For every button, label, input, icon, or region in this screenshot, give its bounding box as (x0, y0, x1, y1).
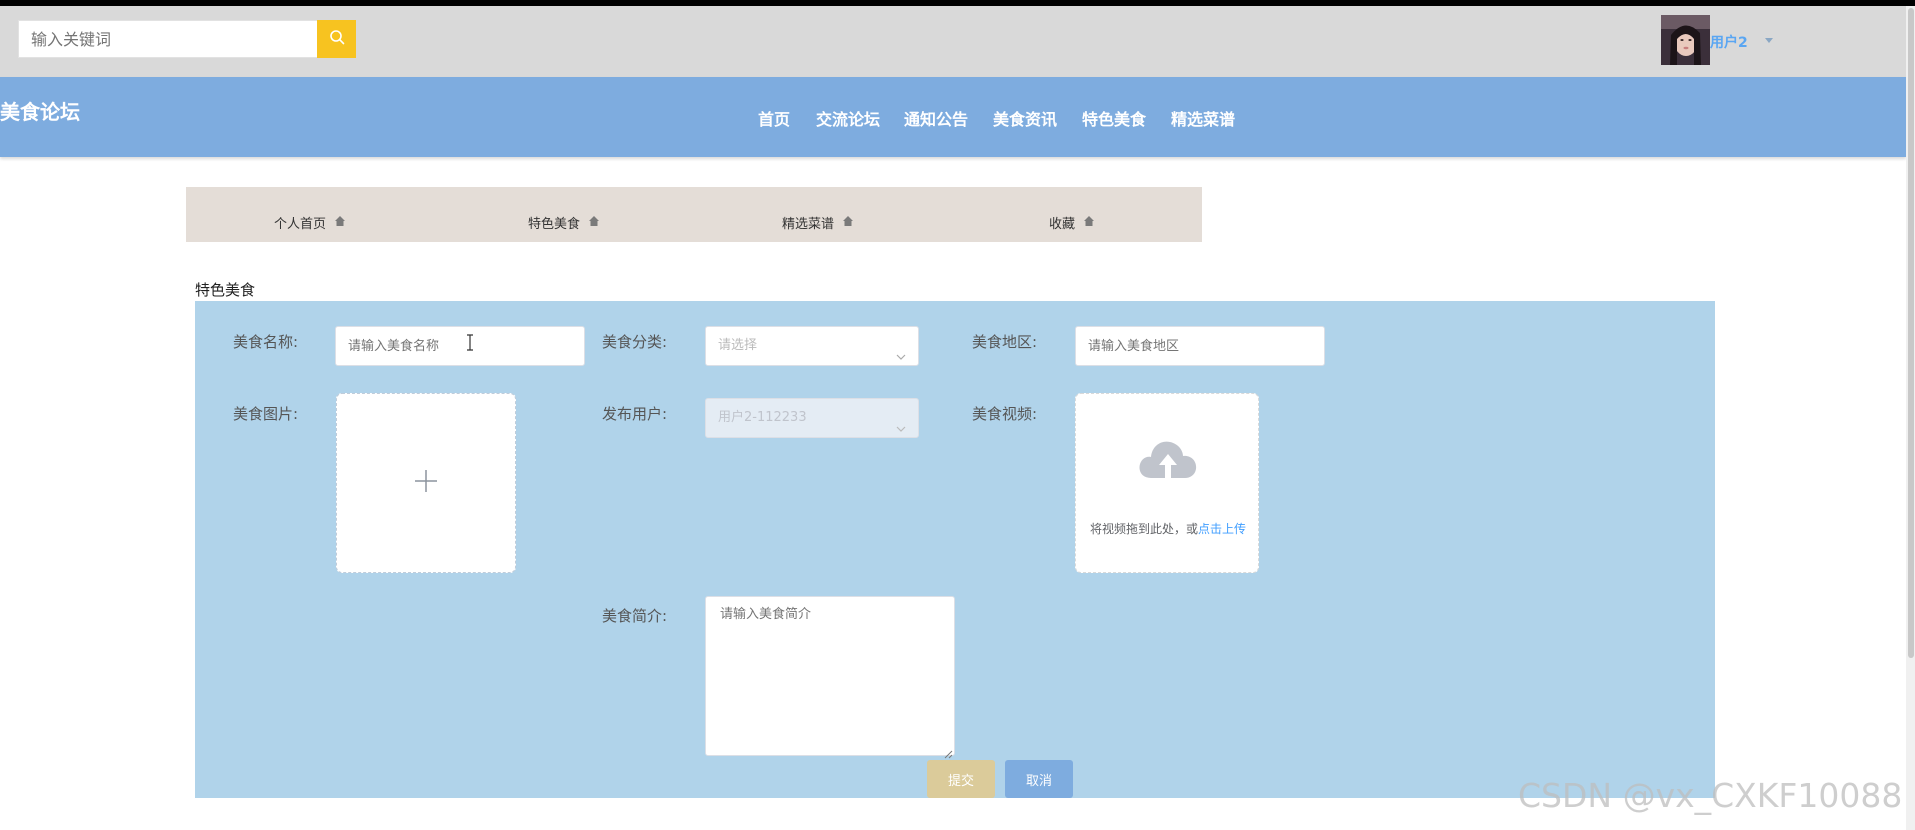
food-category-placeholder: 请选择 (718, 338, 758, 353)
subnav-item-favorites[interactable]: 收藏 (1049, 213, 1095, 232)
nav-item-home[interactable]: 首页 (758, 106, 790, 130)
home-icon (588, 215, 600, 231)
search-icon (329, 29, 345, 49)
food-category-select[interactable]: 请选择 (705, 326, 919, 366)
nav-item-forum[interactable]: 交流论坛 (816, 106, 880, 130)
cancel-button[interactable]: 取消 (1005, 760, 1073, 798)
home-icon (1083, 215, 1095, 231)
food-region-label: 美食地区: (972, 333, 1038, 351)
page: 用户2 美食论坛 首页 交流论坛 通知公告 美食资讯 特色美食 精选菜谱 个人首… (0, 0, 1915, 830)
plus-icon (413, 468, 439, 498)
food-category-label: 美食分类: (602, 333, 668, 351)
search-button[interactable] (317, 20, 356, 58)
text-cursor-icon (466, 334, 474, 355)
food-image-label: 美食图片: (233, 405, 299, 423)
nav-item-featured-food[interactable]: 特色美食 (1082, 106, 1146, 130)
home-icon (334, 215, 346, 231)
food-name-label: 美食名称: (233, 333, 299, 351)
user-name[interactable]: 用户2 (1710, 32, 1748, 52)
home-icon (842, 215, 854, 231)
food-intro-label: 美食简介: (602, 607, 668, 625)
subnav-item-label: 个人首页 (274, 217, 327, 232)
image-upload-box[interactable] (336, 393, 516, 573)
caret-down-icon[interactable] (1765, 38, 1773, 43)
chevron-down-icon (896, 412, 906, 450)
watermark: CSDN @vx_CXKF10088 (1518, 776, 1903, 815)
site-brand[interactable]: 美食论坛 (0, 96, 80, 125)
nav-item-news[interactable]: 美食资讯 (993, 106, 1057, 130)
search-input[interactable] (18, 20, 317, 58)
submit-button[interactable]: 提交 (927, 760, 995, 798)
subnav-item-recipes[interactable]: 精选菜谱 (782, 213, 854, 232)
nav-item-notices[interactable]: 通知公告 (904, 106, 968, 130)
chevron-down-icon (896, 340, 906, 378)
food-name-input[interactable] (335, 326, 585, 366)
food-intro-textarea[interactable] (705, 596, 955, 756)
video-upload-box[interactable]: 将视频拖到此处，或点击上传 (1075, 393, 1259, 573)
scrollbar-thumb[interactable] (1908, 8, 1914, 658)
subnav-item-label: 收藏 (1049, 217, 1076, 232)
publisher-value: 用户2-112233 (718, 410, 807, 425)
video-upload-hint: 将视频拖到此处，或点击上传 (1076, 520, 1260, 537)
video-upload-text: 将视频拖到此处，或 (1089, 522, 1198, 536)
food-video-label: 美食视频: (972, 405, 1038, 423)
video-upload-link[interactable]: 点击上传 (1198, 522, 1246, 536)
subnav-item-label: 精选菜谱 (782, 217, 835, 232)
cloud-upload-icon (1137, 436, 1199, 488)
subnav-item-label: 特色美食 (528, 217, 581, 232)
subnav-item-personal-home[interactable]: 个人首页 (274, 213, 346, 232)
subnav-item-featured-food[interactable]: 特色美食 (528, 213, 600, 232)
avatar[interactable] (1661, 15, 1710, 65)
publisher-label: 发布用户: (602, 405, 668, 423)
section-title: 特色美食 (195, 281, 256, 299)
nav-item-recipes[interactable]: 精选菜谱 (1171, 106, 1235, 130)
publisher-select: 用户2-112233 (705, 398, 919, 438)
food-region-input[interactable] (1075, 326, 1325, 366)
